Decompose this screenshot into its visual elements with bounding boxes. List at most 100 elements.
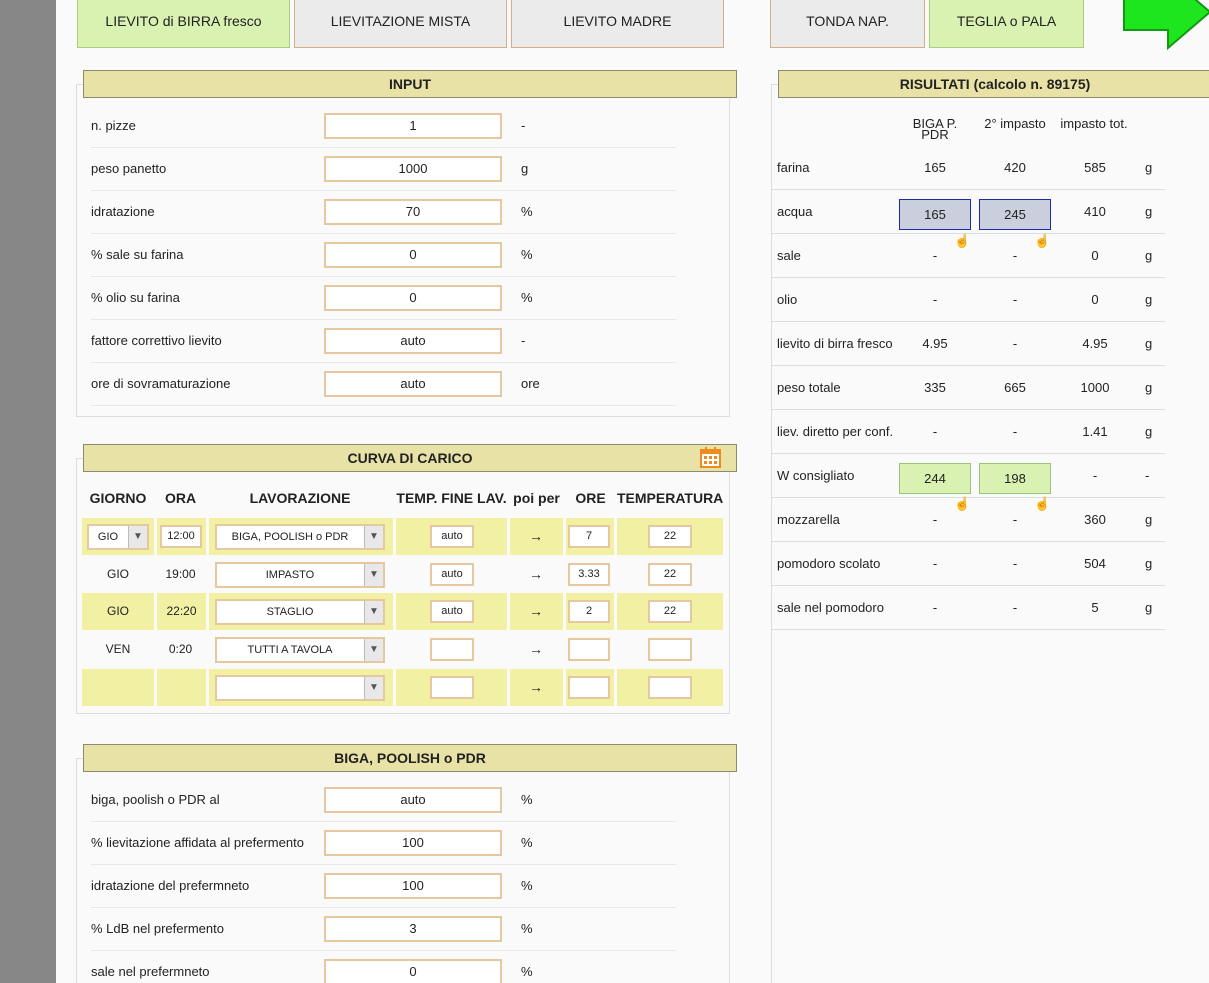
result-unit: g: [1145, 380, 1153, 395]
result-row: sale - - 0 g: [772, 234, 1165, 278]
input-unit: g: [521, 161, 529, 176]
giorno-select[interactable]: GIO ▼: [87, 524, 149, 550]
arrow-icon: →: [529, 528, 543, 544]
result-tot: -: [1092, 468, 1098, 483]
left-gutter: [0, 0, 56, 983]
arrow-icon: →: [529, 641, 543, 657]
result-impasto2: 420: [1004, 160, 1026, 175]
ore-input[interactable]: 7: [568, 525, 610, 548]
sale-prefermento-input[interactable]: 0: [324, 959, 502, 983]
temp-fine-input[interactable]: [430, 676, 474, 699]
fattore-correttivo-input[interactable]: auto: [324, 328, 502, 354]
result-unit: g: [1145, 512, 1153, 527]
biga-unit: %: [521, 835, 533, 850]
input-unit: -: [521, 333, 526, 348]
temperatura-input[interactable]: 22: [648, 600, 692, 623]
result-row: peso totale 335 665 1000 g: [772, 366, 1165, 410]
input-row: % sale su farina 0 %: [91, 234, 676, 277]
col-header-biga: BIGA P. PDR: [912, 116, 958, 142]
curva-row: GIO 19:00 IMPASTO ▼ auto → 3.33 22: [82, 556, 723, 593]
result-unit: g: [1145, 600, 1153, 615]
input-panel-title: INPUT: [83, 70, 737, 98]
calendar-icon[interactable]: [700, 447, 721, 468]
result-tot: 0: [1091, 248, 1099, 263]
input-label: fattore correttivo lievito: [91, 333, 222, 348]
ore-sovramaturazione-input[interactable]: auto: [324, 371, 502, 397]
lavorazione-select[interactable]: IMPASTO ▼: [215, 562, 385, 588]
result-row: acqua 165 245 410 g: [772, 190, 1165, 234]
temp-fine-input[interactable]: auto: [430, 563, 474, 586]
biga-unit: %: [521, 878, 533, 893]
temp-fine-input[interactable]: auto: [430, 525, 474, 548]
result-label: peso totale: [777, 380, 841, 395]
result-unit: g: [1145, 248, 1153, 263]
input-label: n. pizze: [91, 118, 136, 133]
acqua-biga-cell[interactable]: 165: [899, 199, 971, 230]
input-unit: -: [521, 118, 526, 133]
w-impasto2-cell[interactable]: 198: [979, 463, 1051, 494]
tab-tonda-nap[interactable]: TONDA NAP.: [770, 0, 925, 48]
lievitazione-prefermento-input[interactable]: 100: [324, 830, 502, 856]
result-biga: -: [932, 248, 938, 263]
result-biga: -: [932, 512, 938, 527]
ora-input[interactable]: 12:00: [160, 525, 202, 548]
idratazione-input[interactable]: 70: [324, 199, 502, 225]
lavorazione-select[interactable]: STAGLIO ▼: [215, 599, 385, 625]
result-label: pomodoro scolato: [777, 556, 881, 571]
header-lavorazione: LAVORAZIONE: [249, 490, 351, 506]
result-tot: 5: [1091, 600, 1099, 615]
input-label: ore di sovramaturazione: [91, 376, 231, 391]
giorno-cell: GIO: [106, 567, 129, 581]
tab-lievitazione-mista[interactable]: LIEVITAZIONE MISTA: [294, 0, 507, 48]
acqua-impasto2-cell[interactable]: 245: [979, 199, 1051, 230]
header-ore: ORE: [575, 490, 606, 506]
tab-teglia-pala[interactable]: TEGLIA o PALA: [929, 0, 1084, 48]
sale-input[interactable]: 0: [324, 242, 502, 268]
result-label: farina: [777, 160, 810, 175]
input-unit: %: [521, 290, 533, 305]
peso-panetto-input[interactable]: 1000: [324, 156, 502, 182]
ore-input[interactable]: 2: [568, 600, 610, 623]
result-unit: g: [1145, 556, 1153, 571]
result-unit: g: [1145, 424, 1153, 439]
ldb-prefermento-input[interactable]: 3: [324, 916, 502, 942]
temp-fine-input[interactable]: auto: [430, 600, 474, 623]
lavorazione-select[interactable]: BIGA, POOLISH o PDR ▼: [215, 524, 385, 550]
temperatura-input[interactable]: 22: [648, 563, 692, 586]
w-biga-cell[interactable]: 244: [899, 463, 971, 494]
olio-input[interactable]: 0: [324, 285, 502, 311]
idratazione-prefermento-input[interactable]: 100: [324, 873, 502, 899]
arrow-icon: →: [529, 603, 543, 619]
result-biga: -: [932, 292, 938, 307]
col-header-impasto2: 2° impasto: [984, 116, 1046, 131]
biga-label: sale nel prefermneto: [91, 964, 210, 979]
temperatura-input[interactable]: [648, 676, 692, 699]
header-temp-fine: TEMP. FINE LAV.: [396, 490, 507, 506]
temp-fine-input[interactable]: [430, 638, 474, 661]
tab-lievito-birra[interactable]: LIEVITO di BIRRA fresco: [77, 0, 290, 48]
tab-lievito-madre[interactable]: LIEVITO MADRE: [511, 0, 724, 48]
n-pizze-input[interactable]: 1: [324, 113, 502, 139]
result-impasto2: -: [1012, 336, 1018, 351]
biga-unit: %: [521, 921, 533, 936]
biga-unit: %: [521, 964, 533, 979]
input-label: % sale su farina: [91, 247, 184, 262]
temperatura-input[interactable]: 22: [648, 525, 692, 548]
ore-input[interactable]: 3.33: [568, 563, 610, 586]
biga-percent-input[interactable]: auto: [324, 787, 502, 813]
curva-row: ▼ →: [82, 669, 723, 706]
ore-input[interactable]: [568, 676, 610, 699]
input-row: idratazione 70 %: [91, 191, 676, 234]
ora-cell: 0:20: [168, 642, 193, 656]
result-impasto2: -: [1012, 556, 1018, 571]
input-row: fattore correttivo lievito auto -: [91, 320, 676, 363]
result-row: liev. diretto per conf. - - 1.41 g: [772, 410, 1165, 454]
next-arrow-icon[interactable]: [1122, 0, 1209, 54]
temperatura-input[interactable]: [648, 638, 692, 661]
result-impasto2: 665: [1004, 380, 1026, 395]
biga-row: biga, poolish o PDR al auto %: [91, 779, 676, 822]
ore-input[interactable]: [568, 638, 610, 661]
biga-label: % lievitazione affidata al prefermento: [91, 835, 304, 850]
lavorazione-select[interactable]: ▼: [215, 675, 385, 701]
lavorazione-select[interactable]: TUTTI A TAVOLA ▼: [215, 637, 385, 663]
